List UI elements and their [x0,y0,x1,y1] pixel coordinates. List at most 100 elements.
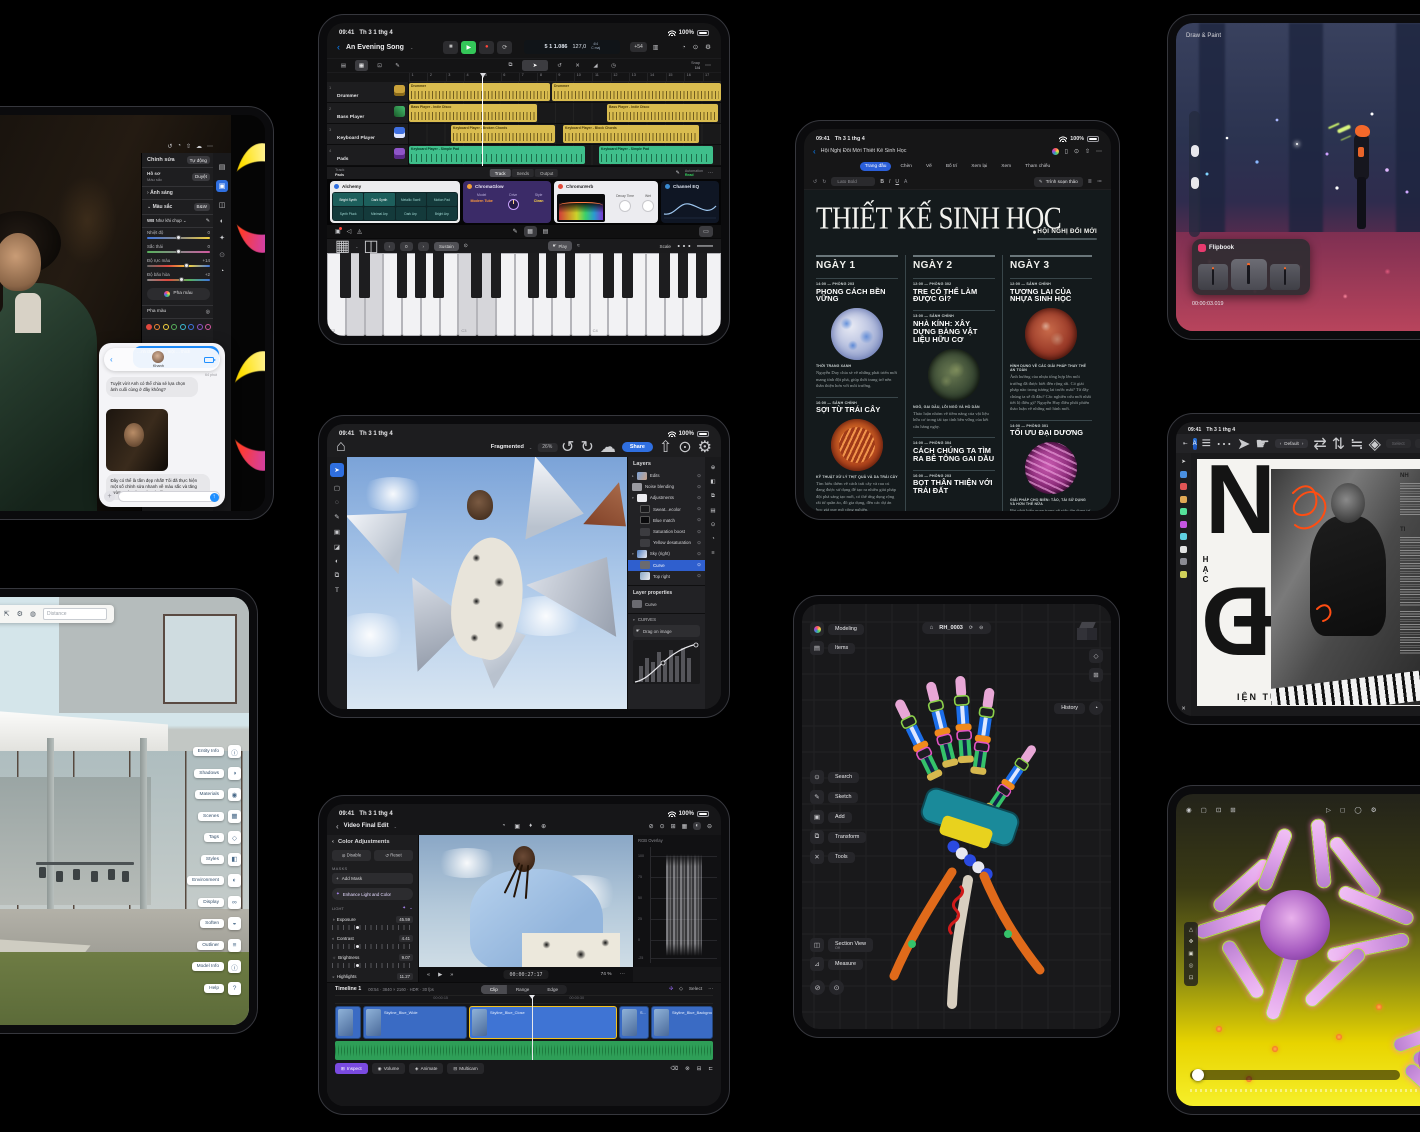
back-icon[interactable]: ‹ [337,42,340,52]
share-icon[interactable]: ⇧ [186,143,191,150]
timeline-playhead[interactable] [528,995,535,1060]
edit-modes[interactable]: Clip Range Edge [480,984,568,994]
items-icon[interactable]: ▤ [810,641,824,655]
redo-icon[interactable]: ↻ [580,437,593,457]
record-button[interactable]: ● [479,40,495,54]
home-icon[interactable]: ⌂ [336,438,346,456]
speed-icon[interactable]: ⊘ [649,823,654,830]
slider-brightness[interactable]: ☼ Brightness 9.07 [332,953,413,968]
brush-tool[interactable] [1180,483,1187,490]
drag-on-image-button[interactable]: ☛ Drag on image [633,625,700,638]
preset-selector[interactable]: ‹ Default › [1274,439,1309,448]
mobile-view-icon[interactable]: ▯ [1065,148,1068,155]
track-header-pads[interactable]: 4PadsMSR [327,145,409,173]
undo-icon[interactable]: ↺ [813,179,817,185]
render-target-icon[interactable]: ◉ [1186,806,1192,814]
transform-button[interactable]: Transform [828,831,867,843]
video-preview[interactable] [419,835,633,967]
avatar[interactable] [152,351,165,363]
properties-icon[interactable]: ⊕ [711,465,716,471]
region-pad-1[interactable]: Keyboard Player - Simple Pad [409,146,585,164]
view-pencil-icon[interactable]: ✎ [391,60,404,71]
track-header-bass[interactable]: 2Bass PlayerMSR [327,103,409,131]
clone-icon[interactable]: ⊡ [1216,806,1221,814]
clip-partial[interactable] [335,1006,361,1039]
cycle-button[interactable]: ⟳ [497,40,513,54]
timeline-ruler[interactable]: 00:00:15 00:00:30 [335,995,713,1004]
frame-icon[interactable]: ▣ [1188,951,1193,957]
view-tracks-icon[interactable]: ▦ [355,60,368,71]
node-tool-icon[interactable]: ☛ [1255,434,1269,454]
scale-button[interactable]: Scale [660,244,672,249]
italic-button[interactable]: I [889,179,890,185]
enhance-button[interactable]: ✦ Enhance Light and Color [332,888,413,900]
lock-icon[interactable]: ⊙ [464,243,468,249]
search-button[interactable]: Search [828,771,860,783]
menu-icon[interactable]: ≡ [1202,435,1211,453]
eraser-tool[interactable]: ◪ [334,543,340,551]
layer-row[interactable]: Blue match ⊙ [628,515,705,526]
import-icon[interactable]: ⊕ [541,823,546,830]
render-progress-slider[interactable] [1190,1069,1400,1081]
reset-button[interactable]: ↺ Reset [374,850,413,861]
arp-icon[interactable]: ≈ [577,243,580,249]
keys-view-icon[interactable]: ▤ [543,228,549,235]
highlight-icon[interactable]: A [904,179,907,185]
wb-value[interactable]: Như khi chụp [156,218,182,223]
healing-icon[interactable]: ✦ [219,234,225,242]
snap-icon[interactable]: ◈ [1369,434,1381,454]
region-keys-block[interactable]: Keyboard Player - Block Chords [563,125,699,143]
layer-row[interactable]: Yellow desaturation ⊙ [628,537,705,548]
region-keys-broken[interactable]: Keyboard Player - Broken Chords [451,125,555,143]
share-button[interactable]: Share [621,442,653,452]
count-in-button[interactable]: +54 [630,42,647,52]
slider-saturation[interactable]: Độ bão hòa +2 [142,270,215,284]
grid-snap-icon[interactable]: ⊞ [1089,668,1103,682]
search-icon[interactable]: ⊙ [810,770,824,784]
font-name[interactable]: Lato Bold [831,177,876,186]
keyboard-panel-icon[interactable]: ▭ [699,226,713,237]
flip-h-icon[interactable]: ⇄ [1313,434,1326,454]
document-title[interactable]: Fragmented [491,444,524,450]
masking-icon[interactable]: ◐ [220,218,224,225]
align-icon[interactable]: ≣ [1088,179,1092,185]
gradient-tool[interactable]: ◐ [335,558,339,565]
scenes-button[interactable]: Scenes ▦ [198,809,241,823]
view-loops-icon[interactable]: ⊡ [373,60,386,71]
timer-icon[interactable]: ◔ [682,43,686,51]
presets-icon[interactable]: ▤ [219,163,226,171]
photo-attachment[interactable] [106,409,168,471]
camera-icon[interactable]: ▣ [335,227,342,235]
appearance-button[interactable]: ⊙ [829,980,844,995]
document-title[interactable]: Hội Nghị Đổi Mới Thiết Kế Sinh Học [821,148,907,154]
history-clock-icon[interactable]: ◔ [1089,701,1103,715]
clip[interactable]: Skyline_Blue_Background [651,1006,713,1039]
history-icon[interactable]: ◔ [711,536,714,542]
add-icon[interactable]: ▣ [810,810,824,824]
crop-tool[interactable]: ⧉ [335,572,340,580]
decay-knob[interactable] [619,200,632,212]
play-icon[interactable]: ▶ [438,972,442,978]
metronome-icon[interactable]: ◬ [357,228,362,235]
model-info-button[interactable]: Model Info ⓘ [191,960,241,973]
home-icon[interactable]: ⌂ [930,625,934,631]
bar-ruler[interactable]: 1 2 3 4 5 6 7 8 9 10 11 12 13 14 15 16 17 [409,73,721,82]
inspect-button[interactable]: ⊞ Inspect [335,1063,368,1074]
export-icon[interactable]: ⊞ [1230,806,1235,814]
pen-tool[interactable] [1180,470,1187,478]
redo-icon[interactable]: ↻ [822,179,826,185]
modeling-button[interactable]: Modeling [828,623,864,635]
sketch-button[interactable]: Sketch [828,791,859,803]
render-style-icon[interactable] [810,622,824,636]
same-menu[interactable]: Same [1414,439,1420,448]
align-icon[interactable]: ≒ [1350,434,1363,454]
view-grid-icon[interactable]: ▤ [337,60,350,71]
curves-graph[interactable] [633,640,700,685]
plugin-chromaglow[interactable]: ChromaGlow Model Modern Tube Drive Style C… [463,181,551,223]
pointer-tool[interactable]: ➤ [522,60,548,71]
connect-icon[interactable]: ✣ [669,987,673,992]
auto-enhance-icon[interactable]: ✦ [402,905,406,911]
refresh-icon[interactable]: ◯ [1354,806,1361,814]
comments-icon[interactable]: ▤ [710,508,715,514]
brush-tool[interactable]: ✎ [334,513,339,521]
